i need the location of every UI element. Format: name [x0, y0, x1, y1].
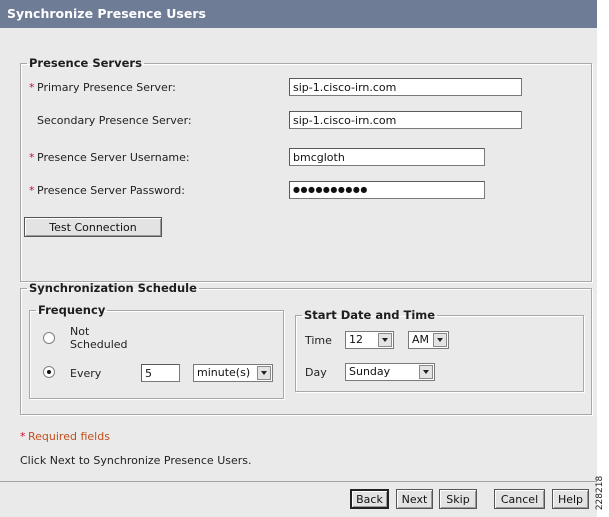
- secondary-server-label: Secondary Presence Server:: [37, 114, 192, 127]
- skip-button[interactable]: Skip: [439, 489, 477, 509]
- not-scheduled-label-line1: Not: [70, 325, 90, 338]
- not-scheduled-label-line2: Scheduled: [70, 338, 128, 351]
- interval-unit-value: minute(s): [197, 366, 251, 379]
- wizard-panel: Presence Servers * Primary Presence Serv…: [0, 28, 597, 481]
- am-pm-select[interactable]: AM: [408, 331, 449, 349]
- username-label: Presence Server Username:: [37, 151, 190, 164]
- every-interval-input[interactable]: [141, 364, 180, 382]
- help-button[interactable]: Help: [552, 489, 589, 509]
- primary-server-label: Primary Presence Server:: [37, 81, 176, 94]
- required-fields-marker: *: [20, 430, 26, 443]
- start-date-time-legend: Start Date and Time: [304, 308, 436, 322]
- button-bar: Back Next Skip Cancel Help: [0, 481, 597, 517]
- every-radio[interactable]: [43, 366, 55, 378]
- synchronization-schedule-legend: Synchronization Schedule: [29, 281, 197, 295]
- chevron-down-icon[interactable]: [419, 365, 433, 379]
- required-marker: *: [29, 184, 35, 197]
- secondary-server-input[interactable]: [289, 111, 522, 129]
- test-connection-button[interactable]: Test Connection: [24, 217, 162, 237]
- frequency-legend: Frequency: [38, 303, 106, 317]
- primary-server-input[interactable]: [289, 78, 522, 96]
- frequency-group: Frequency: [29, 303, 284, 399]
- figure-id: 228218: [595, 470, 609, 517]
- next-button[interactable]: Next: [396, 489, 433, 509]
- chevron-down-icon[interactable]: [257, 366, 271, 380]
- required-fields-note: Required fields: [28, 430, 110, 443]
- interval-unit-select[interactable]: minute(s): [193, 364, 273, 382]
- instruction-text: Click Next to Synchronize Presence Users…: [20, 454, 252, 467]
- day-value: Sunday: [349, 365, 391, 378]
- username-input[interactable]: [289, 148, 485, 166]
- figure-id-text: 228218: [595, 475, 606, 511]
- hour-select[interactable]: 12: [345, 331, 394, 349]
- hour-value: 12: [349, 333, 363, 346]
- every-label: Every: [70, 367, 102, 380]
- required-marker: *: [29, 151, 35, 164]
- password-input[interactable]: ●●●●●●●●●●: [289, 181, 485, 199]
- am-pm-value: AM: [412, 333, 430, 346]
- password-label: Presence Server Password:: [37, 184, 185, 197]
- chevron-down-icon[interactable]: [378, 333, 392, 347]
- window-title: Synchronize Presence Users: [0, 0, 597, 28]
- cancel-button[interactable]: Cancel: [494, 489, 545, 509]
- day-label: Day: [305, 366, 327, 379]
- time-label: Time: [305, 334, 332, 347]
- required-marker: *: [29, 81, 35, 94]
- day-select[interactable]: Sunday: [345, 363, 435, 381]
- back-button[interactable]: Back: [350, 489, 389, 509]
- not-scheduled-radio[interactable]: [43, 332, 55, 344]
- presence-servers-legend: Presence Servers: [29, 56, 142, 70]
- start-date-time-group: Start Date and Time: [295, 308, 584, 392]
- chevron-down-icon[interactable]: [433, 333, 447, 347]
